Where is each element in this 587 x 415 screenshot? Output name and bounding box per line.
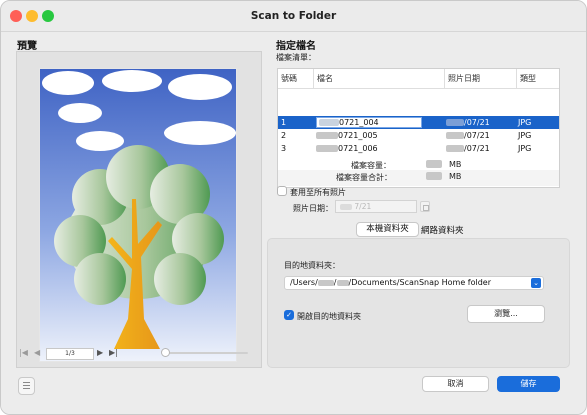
next-page-button[interactable]: ▶ [97, 348, 103, 357]
path-suffix: /Documents/ScanSnap Home folder [348, 278, 492, 287]
column-header-number[interactable]: 號碼 [278, 69, 314, 88]
cancel-button[interactable]: 取消 [422, 376, 489, 392]
previous-page-button[interactable]: ◀ [34, 348, 40, 357]
blurred-text [340, 204, 352, 210]
filename-text: 0721_005 [338, 131, 378, 140]
photo-date-field[interactable]: 7/21 [335, 200, 417, 213]
title-bar: Scan to Folder [1, 1, 586, 32]
scan-to-folder-window: Scan to Folder 預覽 |◀ ◀ 1/3 ▶ ▶| 指定檔名 檔案清… [0, 0, 587, 415]
page-number-field[interactable]: 1/3 [46, 348, 94, 360]
preview-pane [16, 51, 262, 368]
filename-text: 0721_004 [339, 118, 379, 127]
path-prefix: /Users/ [290, 278, 318, 287]
date-text: /07/21 [464, 144, 490, 153]
window-title: Scan to Folder [250, 10, 337, 22]
preview-image [39, 68, 237, 362]
zoom-slider-thumb[interactable] [161, 348, 170, 357]
blurred-text [336, 279, 349, 286]
filename-cell: 0721_005 [316, 129, 378, 142]
total-size-unit: MB [449, 172, 462, 181]
save-button[interactable]: 儲存 [497, 376, 560, 392]
date-text: /07/21 [464, 131, 490, 140]
photo-date-cell: /07/21 [446, 116, 490, 129]
photo-date-label: 照片日期： [293, 204, 333, 213]
photo-date-cell: /07/21 [446, 129, 490, 142]
tab-local-folder[interactable]: 本機資料夾 [356, 222, 419, 237]
date-text: /07/21 [464, 118, 490, 127]
column-header-photo-date[interactable]: 照片日期 [445, 69, 517, 88]
row-number: 1 [281, 118, 287, 127]
filename-cell: 0721_006 [316, 142, 378, 155]
photo-date-cell: /07/21 [446, 142, 490, 155]
column-header-filename[interactable]: 檔名 [314, 69, 445, 88]
type-cell: JPG [518, 118, 532, 127]
blurred-text [446, 119, 464, 126]
blurred-text [446, 145, 464, 152]
blurred-text [316, 145, 338, 152]
apply-all-checkbox[interactable] [277, 186, 287, 196]
open-folder-label: 開啟目的地資料夾 [297, 312, 361, 321]
table-empty-area [278, 170, 559, 186]
file-size-unit: MB [449, 160, 462, 169]
file-size-label: 檔案容量： [351, 161, 391, 170]
calendar-icon[interactable] [420, 201, 430, 212]
blurred-text [446, 132, 464, 139]
filename-header: 指定檔名 [276, 41, 316, 52]
last-page-button[interactable]: ▶| [109, 348, 118, 357]
destination-folder-label: 目的地資料夾： [284, 261, 340, 270]
table-row[interactable]: 3 0721_006 /07/21 JPG [278, 142, 559, 155]
total-size-label: 檔案容量合計： [336, 173, 392, 182]
destination-folder-select[interactable]: /Users///Documents/ScanSnap Home folder … [284, 276, 544, 290]
window-body: 預覽 |◀ ◀ 1/3 ▶ ▶| 指定檔名 檔案清單： 號碼 檔名 照片日期 類… [1, 32, 586, 414]
header-divider [278, 88, 559, 89]
filename-edit-field[interactable]: 0721_004 [316, 117, 422, 128]
chevron-down-icon[interactable]: ⌄ [531, 278, 541, 288]
list-view-icon[interactable] [18, 377, 35, 395]
table-row[interactable]: 1 0721_004 /07/21 JPG [278, 116, 559, 129]
apply-all-label: 套用至所有照片 [290, 188, 346, 197]
table-row[interactable]: 2 0721_005 /07/21 JPG [278, 129, 559, 142]
blurred-text [317, 279, 334, 286]
destination-panel [267, 238, 570, 368]
browse-button[interactable]: 瀏覽... [467, 305, 545, 323]
file-list-table: 號碼 檔名 照片日期 類型 1 0721_004 /07/21 JPG 2 07… [277, 68, 560, 188]
blurred-text [316, 132, 338, 139]
row-number: 3 [281, 144, 287, 153]
row-number: 2 [281, 131, 287, 140]
filename-text: 0721_006 [338, 144, 378, 153]
column-header-type[interactable]: 類型 [517, 69, 559, 88]
zoom-slider-track[interactable] [163, 352, 248, 354]
tree-illustration [40, 69, 236, 361]
type-cell: JPG [518, 131, 532, 140]
file-list-label: 檔案清單： [276, 53, 316, 62]
blurred-text [426, 172, 442, 180]
blurred-text [426, 160, 442, 168]
photo-date-value: 7/21 [354, 202, 372, 211]
open-folder-checkbox[interactable]: ✓ [284, 310, 294, 320]
blurred-text [319, 119, 339, 126]
preview-header: 預覽 [17, 41, 37, 52]
type-cell: JPG [518, 144, 532, 153]
tab-network-folder[interactable]: 網路資料夾 [421, 224, 464, 236]
first-page-button[interactable]: |◀ [19, 348, 28, 357]
